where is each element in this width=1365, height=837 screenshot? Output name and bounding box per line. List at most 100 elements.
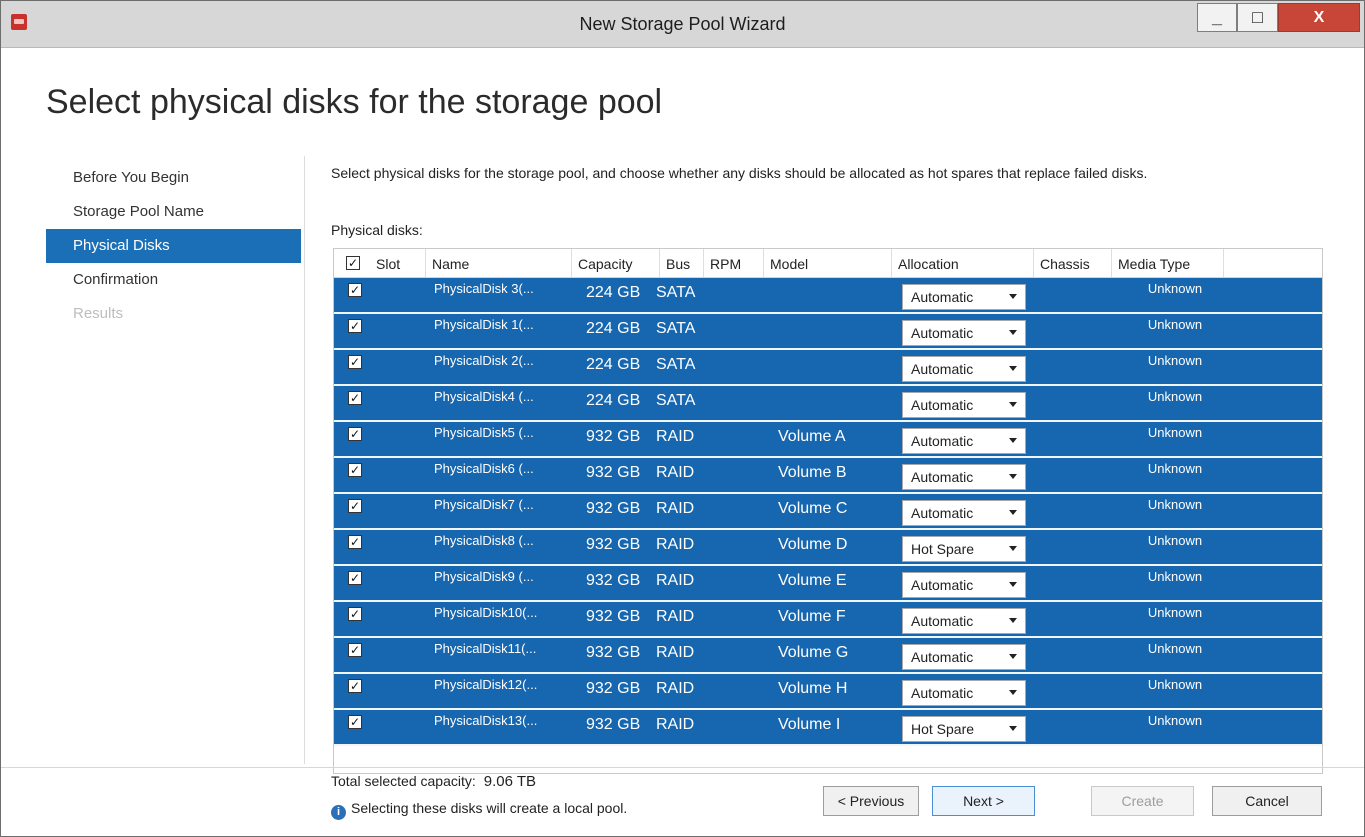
- row-checkbox[interactable]: ✓: [348, 643, 362, 657]
- row-checkbox[interactable]: ✓: [348, 355, 362, 369]
- allocation-dropdown[interactable]: Automatic: [902, 320, 1026, 346]
- disk-bus: SATA: [656, 320, 696, 337]
- chevron-down-icon: [1009, 582, 1017, 587]
- title-bar: New Storage Pool Wizard _ □ X: [1, 1, 1364, 48]
- column-rpm[interactable]: RPM: [704, 249, 764, 277]
- row-checkbox[interactable]: ✓: [348, 391, 362, 405]
- allocation-dropdown[interactable]: Automatic: [902, 680, 1026, 706]
- disk-name: PhysicalDisk 3(...: [434, 281, 534, 296]
- step-storage-pool-name[interactable]: Storage Pool Name: [46, 195, 301, 229]
- row-checkbox[interactable]: ✓: [348, 571, 362, 585]
- row-checkbox[interactable]: ✓: [348, 535, 362, 549]
- column-capacity[interactable]: Capacity: [572, 249, 660, 277]
- table-row[interactable]: ✓ PhysicalDisk8 (... 932 GB RAID Volume …: [334, 530, 1322, 566]
- allocation-dropdown[interactable]: Hot Spare: [902, 716, 1026, 742]
- column-bus[interactable]: Bus: [660, 249, 704, 277]
- step-confirmation[interactable]: Confirmation: [46, 263, 301, 297]
- table-row[interactable]: ✓ PhysicalDisk5 (... 932 GB RAID Volume …: [334, 422, 1322, 458]
- allocation-value: Automatic: [911, 433, 974, 449]
- allocation-dropdown[interactable]: Automatic: [902, 392, 1026, 418]
- disk-model: Volume I: [778, 716, 841, 733]
- column-name[interactable]: Name: [426, 249, 572, 277]
- allocation-dropdown[interactable]: Automatic: [902, 464, 1026, 490]
- physical-disks-table: ✓ Slot Name Capacity Bus RPM Model Alloc…: [333, 248, 1323, 774]
- row-checkbox[interactable]: ✓: [348, 319, 362, 333]
- row-checkbox[interactable]: ✓: [348, 607, 362, 621]
- disk-bus: RAID: [656, 644, 695, 661]
- chevron-down-icon: [1009, 510, 1017, 515]
- disk-name: PhysicalDisk9 (...: [434, 569, 534, 584]
- disk-capacity: 224 GB: [586, 392, 641, 409]
- step-before-you-begin[interactable]: Before You Begin: [46, 161, 301, 195]
- disk-bus: RAID: [656, 536, 695, 553]
- disk-capacity: 932 GB: [586, 608, 641, 625]
- disk-model: Volume C: [778, 500, 848, 517]
- next-button[interactable]: Next >: [932, 786, 1035, 816]
- allocation-dropdown[interactable]: Hot Spare: [902, 536, 1026, 562]
- disk-model: Volume H: [778, 680, 848, 697]
- allocation-dropdown[interactable]: Automatic: [902, 500, 1026, 526]
- disk-media-type: Unknown: [1147, 605, 1203, 620]
- row-checkbox[interactable]: ✓: [348, 499, 362, 513]
- minimize-button[interactable]: _: [1197, 3, 1237, 32]
- disk-media-type: Unknown: [1147, 425, 1203, 440]
- disk-name: PhysicalDisk10(...: [434, 605, 538, 620]
- allocation-dropdown[interactable]: Automatic: [902, 356, 1026, 382]
- allocation-dropdown[interactable]: Automatic: [902, 644, 1026, 670]
- disk-name: PhysicalDisk13(...: [434, 713, 538, 728]
- row-checkbox[interactable]: ✓: [348, 679, 362, 693]
- allocation-value: Automatic: [911, 397, 974, 413]
- table-row[interactable]: ✓ PhysicalDisk13(... 932 GB RAID Volume …: [334, 710, 1322, 746]
- info-text: Selecting these disks will create a loca…: [351, 800, 628, 816]
- disk-bus: RAID: [656, 680, 695, 697]
- total-capacity: Total selected capacity: 9.06 TB: [331, 773, 536, 790]
- allocation-dropdown[interactable]: Automatic: [902, 428, 1026, 454]
- disk-media-type: Unknown: [1147, 641, 1203, 656]
- column-allocation[interactable]: Allocation: [892, 249, 1034, 277]
- step-results: Results: [73, 305, 124, 322]
- close-button[interactable]: X: [1278, 3, 1360, 32]
- allocation-value: Automatic: [911, 325, 974, 341]
- disk-bus: RAID: [656, 464, 695, 481]
- column-slot[interactable]: Slot: [370, 249, 426, 277]
- table-row[interactable]: ✓ PhysicalDisk6 (... 932 GB RAID Volume …: [334, 458, 1322, 494]
- chevron-down-icon: [1009, 438, 1017, 443]
- disk-bus: RAID: [656, 428, 695, 445]
- info-message: i Selecting these disks will create a loc…: [331, 800, 627, 820]
- row-checkbox[interactable]: ✓: [348, 463, 362, 477]
- maximize-button[interactable]: □: [1237, 3, 1278, 32]
- row-checkbox[interactable]: ✓: [348, 715, 362, 729]
- disk-name: PhysicalDisk12(...: [434, 677, 538, 692]
- column-media-type[interactable]: Media Type: [1112, 249, 1224, 277]
- table-row[interactable]: ✓ PhysicalDisk9 (... 932 GB RAID Volume …: [334, 566, 1322, 602]
- allocation-dropdown[interactable]: Automatic: [902, 284, 1026, 310]
- column-chassis[interactable]: Chassis: [1034, 249, 1112, 277]
- chevron-down-icon: [1009, 546, 1017, 551]
- chevron-down-icon: [1009, 402, 1017, 407]
- allocation-value: Automatic: [911, 361, 974, 377]
- table-row[interactable]: ✓ PhysicalDisk12(... 932 GB RAID Volume …: [334, 674, 1322, 710]
- table-row[interactable]: ✓ PhysicalDisk 2(... 224 GB SATA Automat…: [334, 350, 1322, 386]
- table-row[interactable]: ✓ PhysicalDisk7 (... 932 GB RAID Volume …: [334, 494, 1322, 530]
- disk-model: Volume A: [778, 428, 846, 445]
- table-row[interactable]: ✓ PhysicalDisk 3(... 224 GB SATA Automat…: [334, 278, 1322, 314]
- create-button[interactable]: Create: [1091, 786, 1194, 816]
- chevron-down-icon: [1009, 474, 1017, 479]
- disk-model: Volume F: [778, 608, 846, 625]
- column-model[interactable]: Model: [764, 249, 892, 277]
- disk-capacity: 932 GB: [586, 464, 641, 481]
- step-physical-disks[interactable]: Physical Disks: [46, 229, 301, 263]
- cancel-button[interactable]: Cancel: [1212, 786, 1322, 816]
- table-row[interactable]: ✓ PhysicalDisk10(... 932 GB RAID Volume …: [334, 602, 1322, 638]
- allocation-dropdown[interactable]: Automatic: [902, 572, 1026, 598]
- table-row[interactable]: ✓ PhysicalDisk 1(... 224 GB SATA Automat…: [334, 314, 1322, 350]
- row-checkbox[interactable]: ✓: [348, 283, 362, 297]
- allocation-value: Automatic: [911, 469, 974, 485]
- row-checkbox[interactable]: ✓: [348, 427, 362, 441]
- allocation-dropdown[interactable]: Automatic: [902, 608, 1026, 634]
- select-all-checkbox[interactable]: ✓: [346, 256, 360, 270]
- disk-capacity: 224 GB: [586, 320, 641, 337]
- table-row[interactable]: ✓ PhysicalDisk4 (... 224 GB SATA Automat…: [334, 386, 1322, 422]
- table-row[interactable]: ✓ PhysicalDisk11(... 932 GB RAID Volume …: [334, 638, 1322, 674]
- previous-button[interactable]: < Previous: [823, 786, 919, 816]
